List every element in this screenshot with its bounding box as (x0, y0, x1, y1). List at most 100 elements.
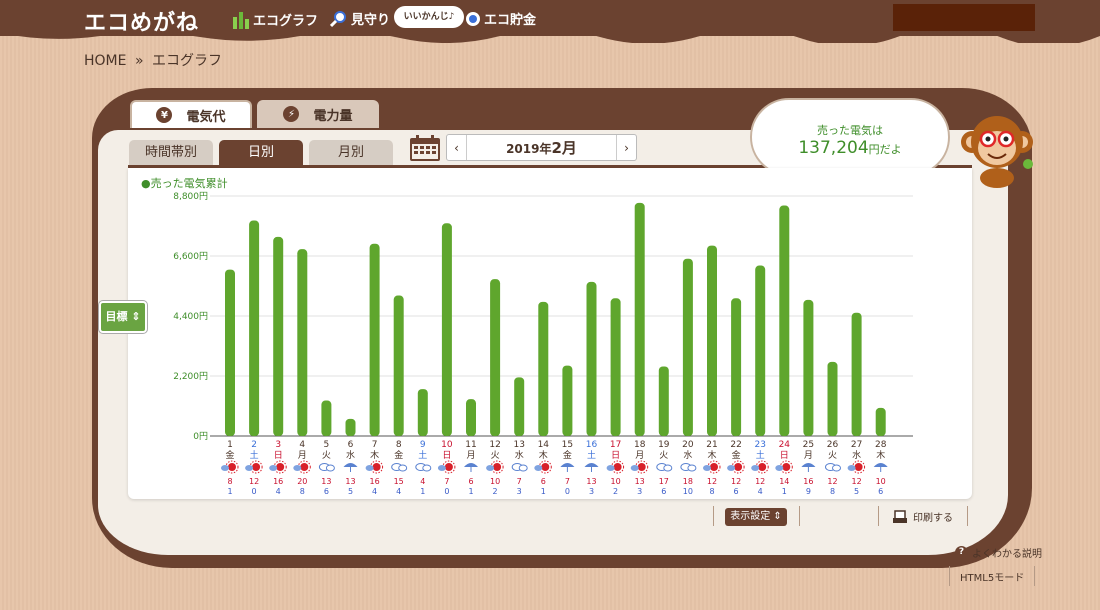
sun-icon (758, 463, 767, 471)
nav-ecograph-label: エコグラフ (253, 13, 319, 29)
low-temp: 5 (854, 487, 859, 496)
tab-power-amount[interactable]: ⚡ 電力量 (257, 100, 379, 128)
low-temp: 1 (227, 487, 232, 496)
tab-monthly[interactable]: 月別 (309, 140, 393, 165)
low-temp: 1 (420, 487, 425, 496)
bar (514, 377, 525, 436)
summary-suffix: 円だよ (868, 143, 902, 156)
cloud-icon (293, 465, 302, 471)
low-temp: 3 (589, 487, 594, 496)
bar (731, 298, 742, 436)
high-temp: 12 (731, 477, 741, 486)
cloud-icon (832, 464, 841, 472)
high-temp: 20 (297, 477, 307, 486)
breadcrumb: HOME » エコグラフ (84, 50, 226, 70)
high-temp: 13 (321, 477, 331, 486)
coin-icon (466, 11, 480, 26)
x-tick-day: 12 (489, 440, 500, 450)
calendar-icon[interactable] (409, 134, 441, 162)
cloud-icon (398, 464, 408, 472)
high-temp: 13 (345, 477, 355, 486)
sun-icon (228, 463, 236, 471)
html5-mode-link[interactable]: HTML5モード (960, 569, 1024, 584)
x-tick-weekday: 火 (659, 450, 668, 461)
low-temp: 6 (734, 487, 739, 496)
tab-power-amount-label: 電力量 (313, 108, 353, 124)
x-tick-day: 10 (441, 440, 453, 450)
low-temp: 9 (806, 487, 811, 496)
low-temp: 4 (372, 487, 377, 496)
nav-eco-savings[interactable]: エコ貯金 (465, 9, 536, 28)
x-tick-weekday: 日 (780, 450, 789, 461)
low-temp: 4 (758, 487, 763, 496)
help-label: よくわかる説明 (972, 549, 1042, 560)
status-bubble: いいかんじ♪ (394, 6, 464, 28)
y-tick-label: 8,800円 (173, 191, 208, 202)
yen-icon: ¥ (156, 107, 173, 123)
x-tick-weekday: 木 (707, 449, 716, 461)
date-label: 2019年2月 (467, 137, 616, 158)
x-tick-weekday: 月 (635, 450, 644, 461)
cloud-icon (703, 465, 711, 471)
summary-amount: 137,204 (798, 138, 869, 158)
x-tick-weekday: 火 (828, 450, 837, 461)
user-area[interactable] (893, 4, 1035, 31)
tab-electricity-cost[interactable]: ¥ 電気代 (130, 100, 252, 128)
bar (658, 366, 669, 436)
bar (634, 202, 645, 436)
summary-amount-line: 137,204円だよ (752, 138, 948, 160)
high-temp: 10 (490, 477, 500, 486)
printer-icon (893, 509, 907, 523)
sun-icon (854, 463, 863, 471)
bar (393, 295, 404, 436)
daily-chart: 0円2,200円4,400円6,600円8,800円1金812土1203日164… (173, 191, 913, 496)
summary-bubble: 売った電気は 137,204円だよ (750, 98, 950, 176)
x-tick-day: 7 (372, 440, 378, 450)
sun-icon (444, 463, 453, 471)
cloud-icon (422, 464, 432, 472)
bar (273, 236, 284, 436)
bar (562, 365, 573, 436)
cloud-icon (847, 465, 856, 471)
high-temp: 12 (827, 477, 837, 486)
high-temp: 7 (517, 477, 522, 486)
high-temp: 6 (541, 477, 546, 486)
x-tick-day: 21 (706, 440, 717, 450)
low-temp: 6 (878, 487, 883, 496)
low-temp: 4 (396, 487, 401, 496)
low-temp: 2 (493, 487, 498, 496)
y-tick-label: 6,600円 (173, 251, 208, 262)
high-temp: 12 (707, 477, 717, 486)
bar (851, 312, 862, 436)
logo[interactable]: エコめがね (84, 5, 199, 37)
cloud-icon (365, 465, 374, 471)
tab-daily[interactable]: 日別 (219, 140, 303, 165)
high-temp: 10 (876, 477, 886, 486)
high-temp: 15 (394, 477, 404, 486)
low-temp: 5 (348, 487, 353, 496)
breadcrumb-home[interactable]: HOME (84, 53, 126, 69)
y-tick-label: 2,200円 (173, 371, 208, 382)
nav-mimamori[interactable]: 見守り (330, 9, 390, 28)
high-temp: 18 (683, 477, 693, 486)
breadcrumb-separator: » (134, 53, 144, 69)
date-month: 2月 (551, 139, 577, 157)
nav-ecograph[interactable]: エコグラフ (232, 9, 318, 29)
goal-button[interactable]: 目標 ⇕ (99, 301, 147, 333)
x-tick-weekday: 水 (346, 449, 355, 461)
high-temp: 12 (852, 477, 862, 486)
x-tick-weekday: 木 (876, 449, 885, 461)
umbrella-icon (584, 463, 599, 467)
next-month-button[interactable]: › (616, 135, 636, 160)
print-button[interactable]: 印刷する (893, 509, 953, 524)
sun-icon (541, 463, 550, 471)
low-temp: 1 (468, 487, 473, 496)
x-tick-day: 14 (538, 440, 550, 450)
prev-month-button[interactable]: ‹ (447, 135, 467, 160)
help-link[interactable]: ? よくわかる説明 (955, 545, 1042, 560)
cloud-icon (221, 465, 229, 471)
tab-hourly[interactable]: 時間帯別 (129, 140, 213, 165)
high-temp: 7 (565, 477, 570, 486)
high-temp: 13 (635, 477, 645, 486)
display-settings-button[interactable]: 表示設定 ⇕ (725, 508, 787, 526)
